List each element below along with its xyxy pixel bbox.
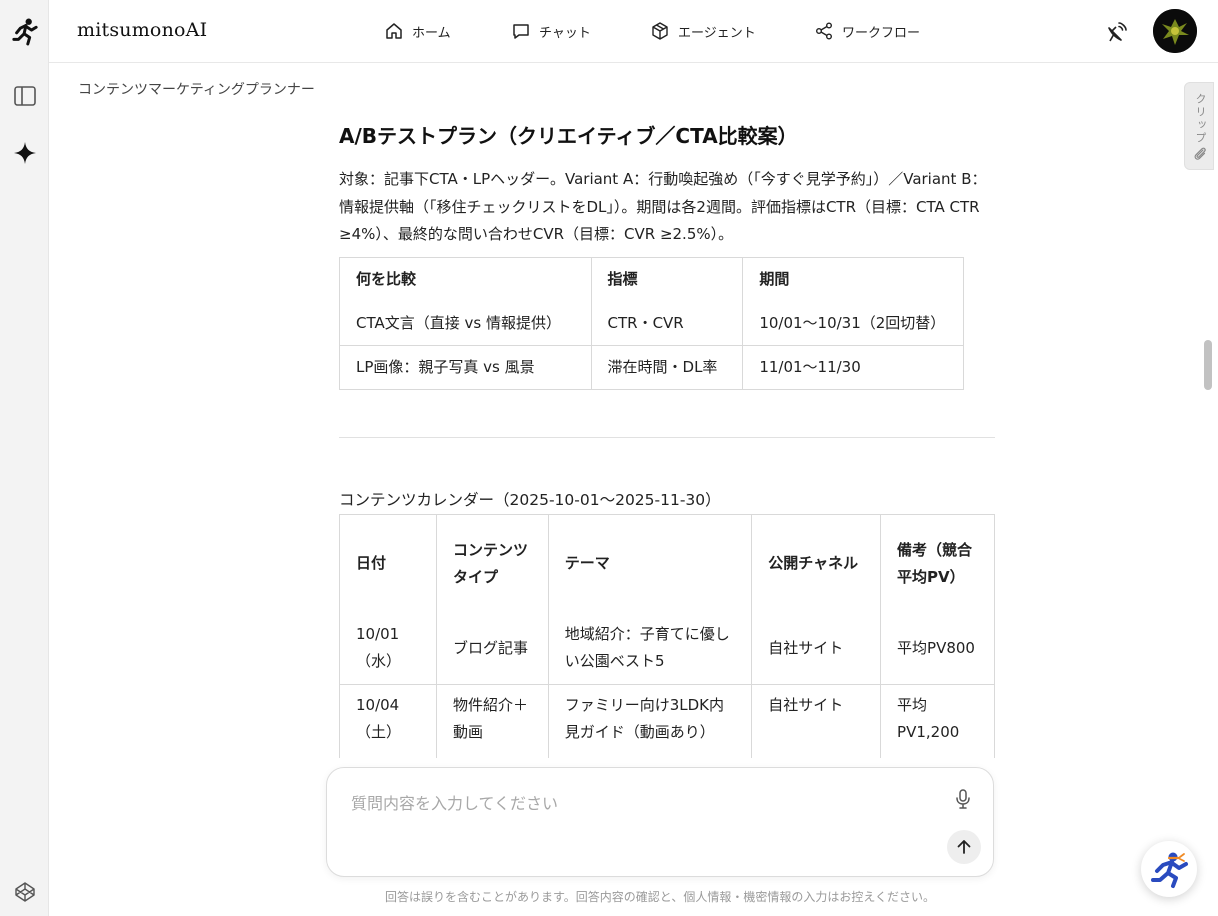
clip-tab[interactable]: クリップ [1184,82,1214,170]
table-header-cell: テーマ [547,514,753,613]
section-heading: A/Bテストプラン（クリエイティブ／CTA比較案） [339,124,798,148]
table-cell: ブログ記事 [435,612,549,685]
sidebar-toggle-icon[interactable] [12,83,38,109]
table-header-row: 何を比較 指標 期間 [339,257,964,302]
clip-tab-label: クリップ [1194,93,1207,145]
table-header-cell: 指標 [590,257,744,302]
table-cell: 10/01〜10/31（2回切替） [742,301,964,346]
table-header-row: 日付 コンテンツタイプ テーマ 公開チャネル 備考（競合平均PV） [339,514,995,613]
table-cell: ファミリー向け3LDK内見ガイド（動画あり） [547,684,753,758]
table-header-cell: 期間 [742,257,964,302]
chat-input-placeholder[interactable]: 質問内容を入力してください [351,790,558,814]
scrollbar-thumb[interactable] [1204,340,1212,390]
share-nodes-icon [816,22,832,40]
chat-content: A/Bテストプラン（クリエイティブ／CTA比較案） 対象：記事下CTA・LPヘッ… [339,110,995,758]
table-header-cell: コンテンツタイプ [435,514,549,613]
satellite-dish-icon[interactable] [1105,20,1129,44]
page-title: コンテンツマーケティングプランナー [78,82,315,98]
nav-chat[interactable]: チャット [511,20,591,42]
nav-workflow[interactable]: ワークフロー [814,20,920,42]
table-cell: 平均PV800 [880,612,995,685]
table-cell: 地域紹介：子育てに優しい公園ベスト5 [547,612,753,685]
nav-home[interactable]: ホーム [384,20,451,42]
top-header: mitsumonoAI ホーム チャット エージェント ワークフロー [49,0,1218,63]
codepen-icon[interactable] [12,879,38,905]
table-cell: 自社サイト [751,612,882,685]
table-row: LP画像：親子写真 vs 風景 滞在時間・DL率 11/01〜11/30 [339,345,964,390]
user-avatar[interactable] [1153,9,1197,53]
arrow-up-icon [957,840,971,854]
paperclip-icon [1194,147,1206,160]
content-calendar-table: 日付 コンテンツタイプ テーマ 公開チャネル 備考（競合平均PV） 10/01（… [339,514,995,758]
table-cell: CTR・CVR [590,301,744,346]
table-cell: 10/01（水） [339,612,437,685]
microphone-icon[interactable] [951,787,975,811]
left-rail [0,0,49,916]
section-divider [339,437,995,438]
table-cell: LP画像：親子写真 vs 風景 [339,345,592,390]
ninja-runner-icon [1151,852,1188,888]
assistant-fab-button[interactable] [1141,841,1197,897]
nav-workflow-label: ワークフロー [842,25,921,41]
table-cell: 10/04（土） [339,684,437,758]
table-row: 10/04（土） 物件紹介＋動画 ファミリー向け3LDK内見ガイド（動画あり） … [339,684,995,758]
table-cell: 11/01〜11/30 [742,345,964,390]
nav-home-label: ホーム [412,25,451,41]
ab-test-table: 何を比較 指標 期間 CTA文言（直接 vs 情報提供） CTR・CVR 10/… [339,257,964,390]
runner-logo-icon[interactable] [12,18,38,46]
send-button[interactable] [947,830,981,864]
section-paragraph: 対象：記事下CTA・LPヘッダー。Variant A：行動喚起強め（「今すぐ見学… [339,170,987,243]
table-header-cell: 日付 [339,514,437,613]
table-cell: 滞在時間・DL率 [590,345,744,390]
table-cell: 物件紹介＋動画 [435,684,549,758]
disclaimer-text: 回答は誤りを含むことがあります。回答内容の確認と、個人情報・機密情報の入力はお控… [385,890,935,904]
chat-icon [513,24,529,39]
calendar-title: コンテンツカレンダー（2025-10-01〜2025-11-30） [339,491,721,509]
nav-agent-label: エージェント [678,25,756,41]
home-icon [386,23,402,39]
chat-input-box[interactable]: 質問内容を入力してください [326,767,994,877]
table-row: CTA文言（直接 vs 情報提供） CTR・CVR 10/01〜10/31（2回… [339,301,964,346]
table-header-cell: 公開チャネル [751,514,882,613]
cube-icon [652,22,668,40]
table-header-cell: 何を比較 [339,257,592,302]
table-row: 10/01（水） ブログ記事 地域紹介：子育てに優しい公園ベスト5 自社サイト … [339,612,995,685]
sparkle-icon[interactable] [12,140,38,166]
nav-agent[interactable]: エージェント [650,20,756,42]
nav-chat-label: チャット [539,25,591,41]
table-cell: 自社サイト [751,684,882,758]
brand-name[interactable]: mitsumonoAI [77,19,207,41]
table-cell: CTA文言（直接 vs 情報提供） [339,301,592,346]
table-header-cell: 備考（競合平均PV） [880,514,995,613]
table-cell: 平均PV1,200 [880,684,995,758]
